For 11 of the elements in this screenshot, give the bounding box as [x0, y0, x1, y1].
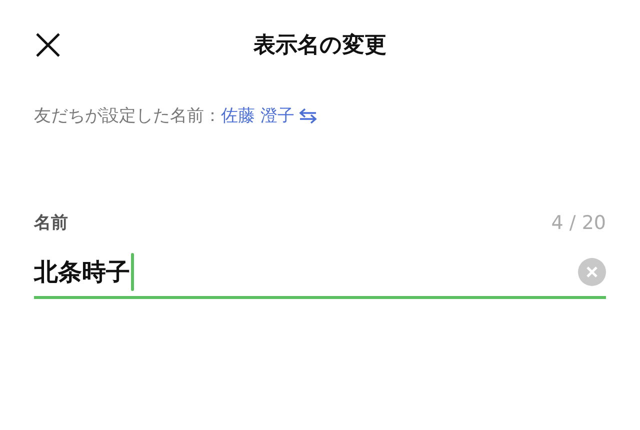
screen-title: 表示名の変更 [254, 32, 386, 60]
text-cursor [131, 253, 134, 291]
close-button[interactable] [34, 31, 62, 59]
cross-icon [586, 266, 598, 278]
swap-icon [298, 108, 318, 124]
field-label: 名前 [34, 212, 68, 234]
close-icon [35, 32, 61, 58]
name-input-field[interactable]: 北条時子 [34, 248, 606, 299]
friend-name-label: 友だちが設定した名前： [34, 105, 221, 127]
character-counter: 4 / 20 [551, 212, 606, 234]
friend-name-link[interactable]: 佐藤 澄子 [221, 104, 318, 127]
